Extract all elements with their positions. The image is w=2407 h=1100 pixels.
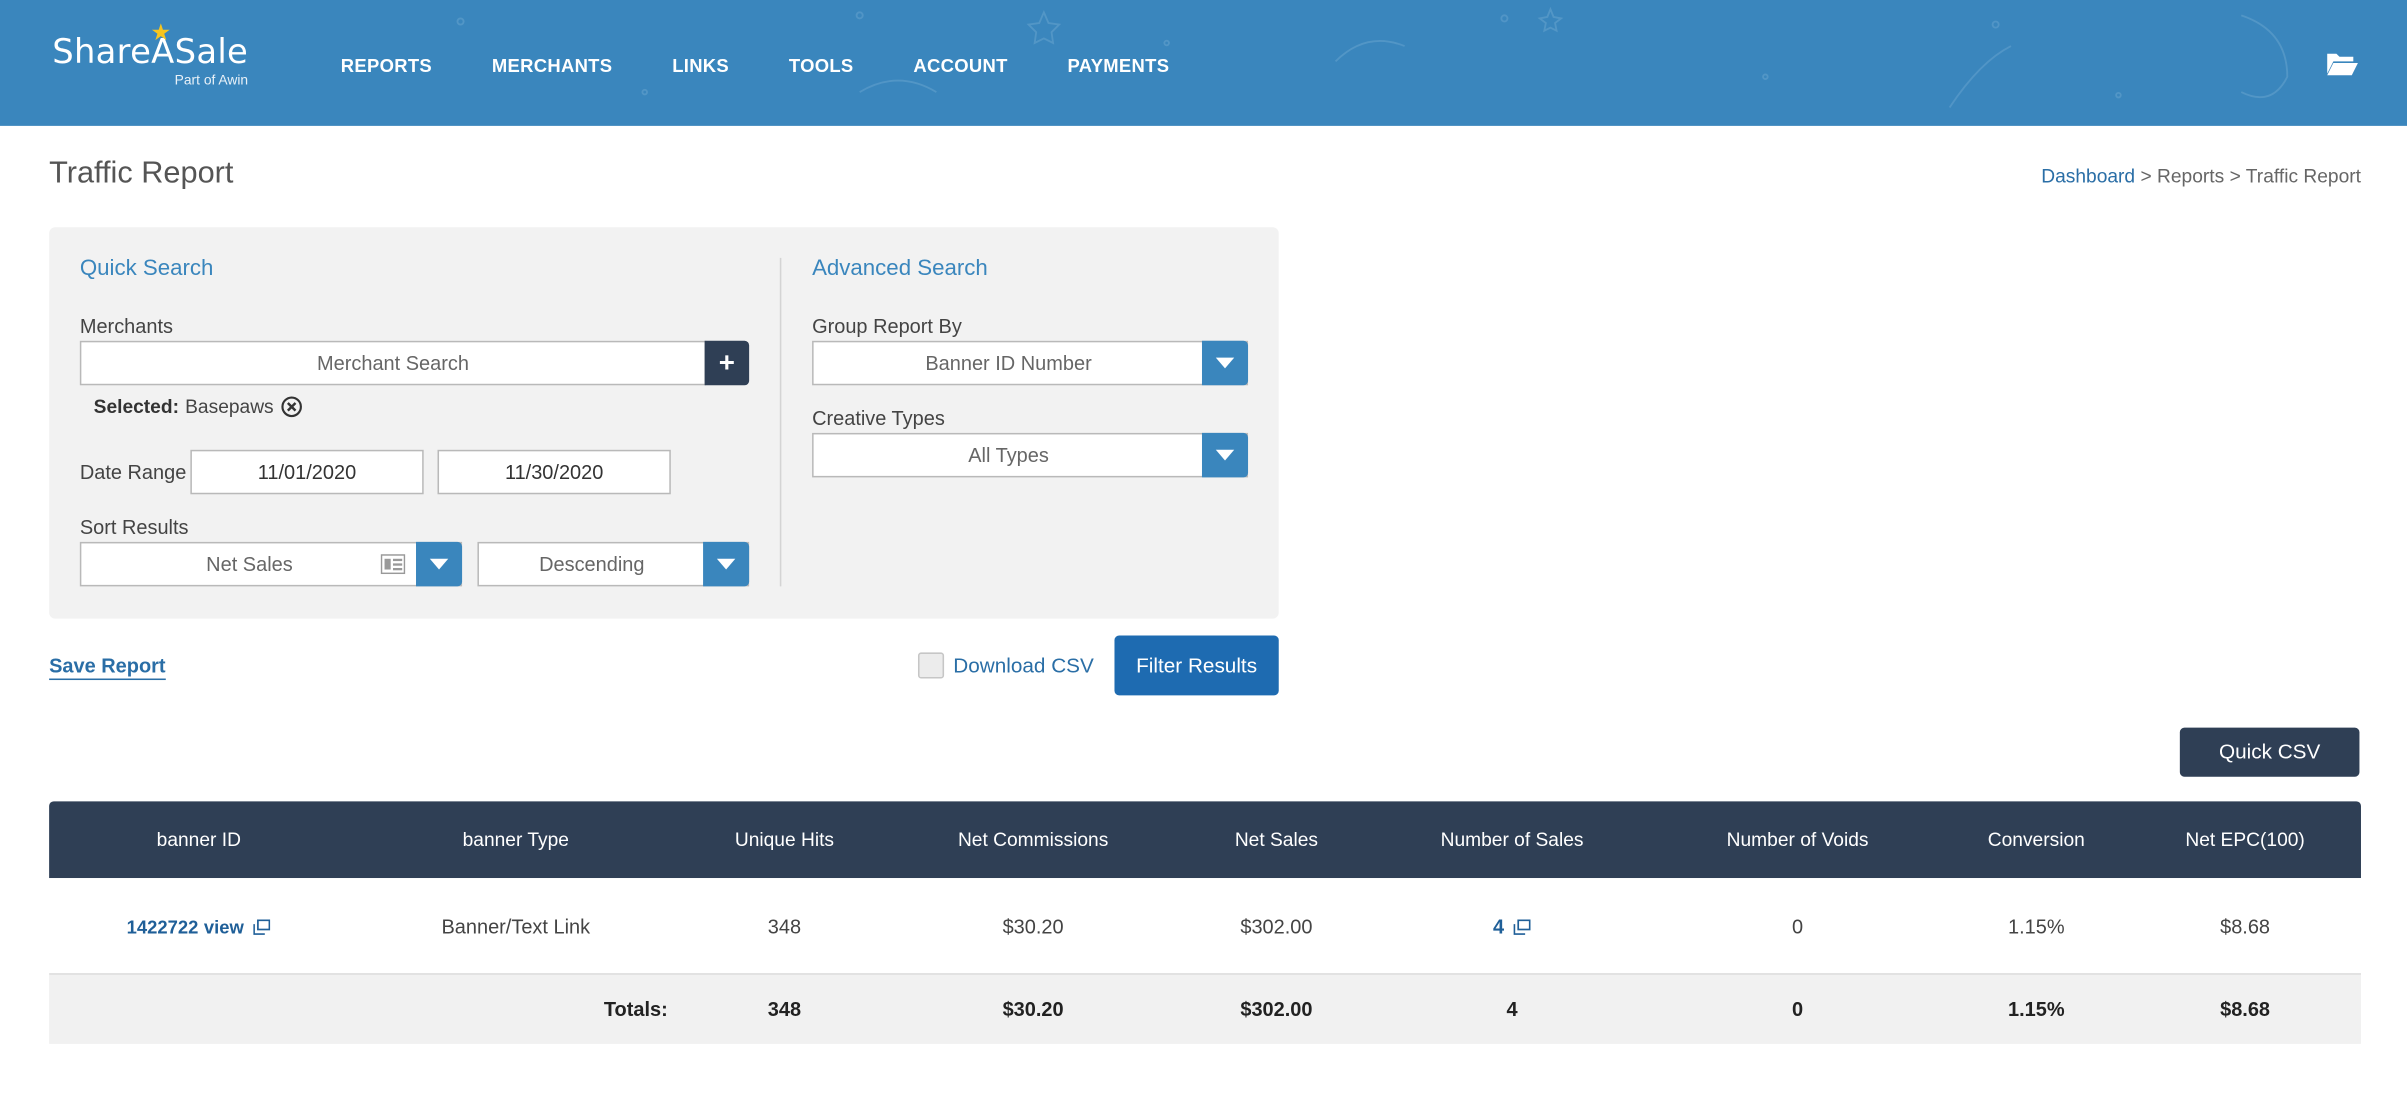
external-link-icon[interactable]: [254, 919, 271, 935]
merchants-label: Merchants: [79, 314, 174, 338]
group-report-select[interactable]: Banner ID Number: [812, 340, 1249, 386]
total-conversion: 1.15%: [2008, 997, 2065, 1021]
chevron-down-icon[interactable]: [1201, 340, 1249, 386]
brand-logo[interactable]: ★ ShareASale Part of Awin: [52, 20, 248, 88]
header-net-commissions[interactable]: Net Commissions: [886, 801, 1181, 878]
sort-by-value: Net Sales: [206, 552, 293, 576]
filter-results-button[interactable]: Filter Results: [1114, 635, 1279, 696]
breadcrumb-separator: >: [2229, 165, 2241, 188]
cell-unique-hits: 348: [767, 914, 802, 938]
table-totals-row: Totals: 348 $30.20 $302.00 4 0 1.15% $8.…: [49, 974, 2361, 1044]
chevron-down-icon[interactable]: [416, 541, 463, 587]
selected-merchant-name: Basepaws: [185, 396, 274, 418]
add-merchant-button[interactable]: +: [704, 340, 750, 386]
nav-payments[interactable]: PAYMENTS: [1068, 55, 1170, 76]
creative-types-value: All Types: [968, 443, 1049, 467]
total-unique-hits: 348: [767, 997, 802, 1021]
group-report-value: Banner ID Number: [925, 351, 1092, 375]
table-row: 1422722 view Banner/Text Link 348 $30.20…: [49, 878, 2361, 975]
advanced-search-title: Advanced Search: [812, 256, 988, 281]
list-icon: [380, 554, 406, 575]
breadcrumb: Dashboard > Reports > Traffic Report: [2041, 166, 2361, 187]
selected-label: Selected:: [93, 396, 179, 418]
total-net-sales: $302.00: [1240, 997, 1313, 1021]
cell-net-commissions: $30.20: [1002, 914, 1064, 938]
date-range-label: Date Range: [79, 460, 187, 484]
brand-subtitle: Part of Awin: [174, 72, 249, 88]
cell-banner-type: Banner/Text Link: [441, 914, 591, 938]
header-conversion[interactable]: Conversion: [1943, 801, 2129, 878]
creative-types-select[interactable]: All Types: [812, 432, 1249, 478]
panel-divider: [779, 257, 782, 587]
download-csv-checkbox[interactable]: [917, 652, 945, 679]
cell-net-sales: $302.00: [1240, 914, 1313, 938]
header-unique-hits[interactable]: Unique Hits: [683, 801, 886, 878]
sort-results-label: Sort Results: [79, 515, 189, 539]
merchant-search-input[interactable]: Merchant Search: [79, 340, 707, 386]
nav-tools[interactable]: TOOLS: [789, 55, 854, 76]
header-net-sales[interactable]: Net Sales: [1180, 801, 1372, 878]
chevron-down-icon[interactable]: [1201, 432, 1249, 478]
top-navigation-bar: ★ ShareASale Part of Awin REPORTS MERCHA…: [0, 0, 2407, 126]
header-banner-type[interactable]: banner Type: [348, 801, 683, 878]
banner-view-link[interactable]: view: [204, 916, 244, 937]
breadcrumb-reports: Reports: [2157, 165, 2225, 188]
nav-links[interactable]: LINKS: [672, 55, 729, 76]
banner-id-link[interactable]: 1422722: [127, 916, 199, 937]
totals-label: Totals:: [603, 997, 668, 1021]
download-csv-label[interactable]: Download CSV: [953, 654, 1094, 677]
star-icon: ★: [150, 19, 172, 47]
folder-open-icon[interactable]: [2326, 51, 2360, 77]
quick-search-title: Quick Search: [79, 256, 214, 281]
breadcrumb-dashboard[interactable]: Dashboard: [2041, 166, 2135, 187]
nav-account[interactable]: ACCOUNT: [913, 55, 1007, 76]
total-number-of-voids: 0: [1792, 997, 1804, 1021]
save-report-link[interactable]: Save Report: [49, 654, 166, 681]
sort-by-select[interactable]: Net Sales: [79, 541, 463, 587]
header-net-epc[interactable]: Net EPC(100): [2129, 801, 2361, 878]
quick-csv-button[interactable]: Quick CSV: [2179, 727, 2360, 777]
main-nav: REPORTS MERCHANTS LINKS TOOLS ACCOUNT PA…: [341, 55, 1229, 76]
breadcrumb-separator: >: [2140, 165, 2152, 188]
date-from-input[interactable]: 11/01/2020: [190, 449, 424, 495]
cell-net-epc: $8.68: [2220, 914, 2271, 938]
cell-number-of-voids: 0: [1792, 914, 1804, 938]
selected-merchant: Selected: Basepaws: [93, 396, 303, 418]
remove-merchant-icon[interactable]: [281, 396, 303, 418]
external-link-icon[interactable]: [1514, 919, 1532, 935]
table-header: banner ID banner Type Unique Hits Net Co…: [49, 801, 2361, 879]
breadcrumb-current: Traffic Report: [2245, 165, 2361, 188]
date-to-input[interactable]: 11/30/2020: [437, 449, 671, 495]
chevron-down-icon[interactable]: [703, 541, 750, 587]
page-title: Traffic Report: [49, 156, 234, 191]
total-net-commissions: $30.20: [1002, 997, 1064, 1021]
cell-conversion: 1.15%: [2008, 914, 2065, 938]
sort-order-value: Descending: [539, 552, 645, 576]
header-banner-id[interactable]: banner ID: [49, 801, 348, 878]
number-of-sales-link[interactable]: 4: [1493, 915, 1504, 938]
header-number-of-voids[interactable]: Number of Voids: [1652, 801, 1944, 878]
total-net-epc: $8.68: [2220, 997, 2271, 1021]
group-report-label: Group Report By: [812, 314, 962, 338]
total-number-of-sales: 4: [1506, 997, 1518, 1021]
sort-order-select[interactable]: Descending: [477, 541, 750, 587]
creative-types-label: Creative Types: [812, 406, 945, 430]
cell-banner-id: 1422722 view: [49, 878, 348, 973]
nav-merchants[interactable]: MERCHANTS: [492, 55, 612, 76]
plus-icon: +: [718, 346, 735, 378]
header-number-of-sales[interactable]: Number of Sales: [1372, 801, 1651, 878]
nav-reports[interactable]: REPORTS: [341, 55, 432, 76]
traffic-report-table: banner ID banner Type Unique Hits Net Co…: [49, 801, 2361, 1044]
cell-number-of-sales: 4: [1372, 878, 1651, 973]
